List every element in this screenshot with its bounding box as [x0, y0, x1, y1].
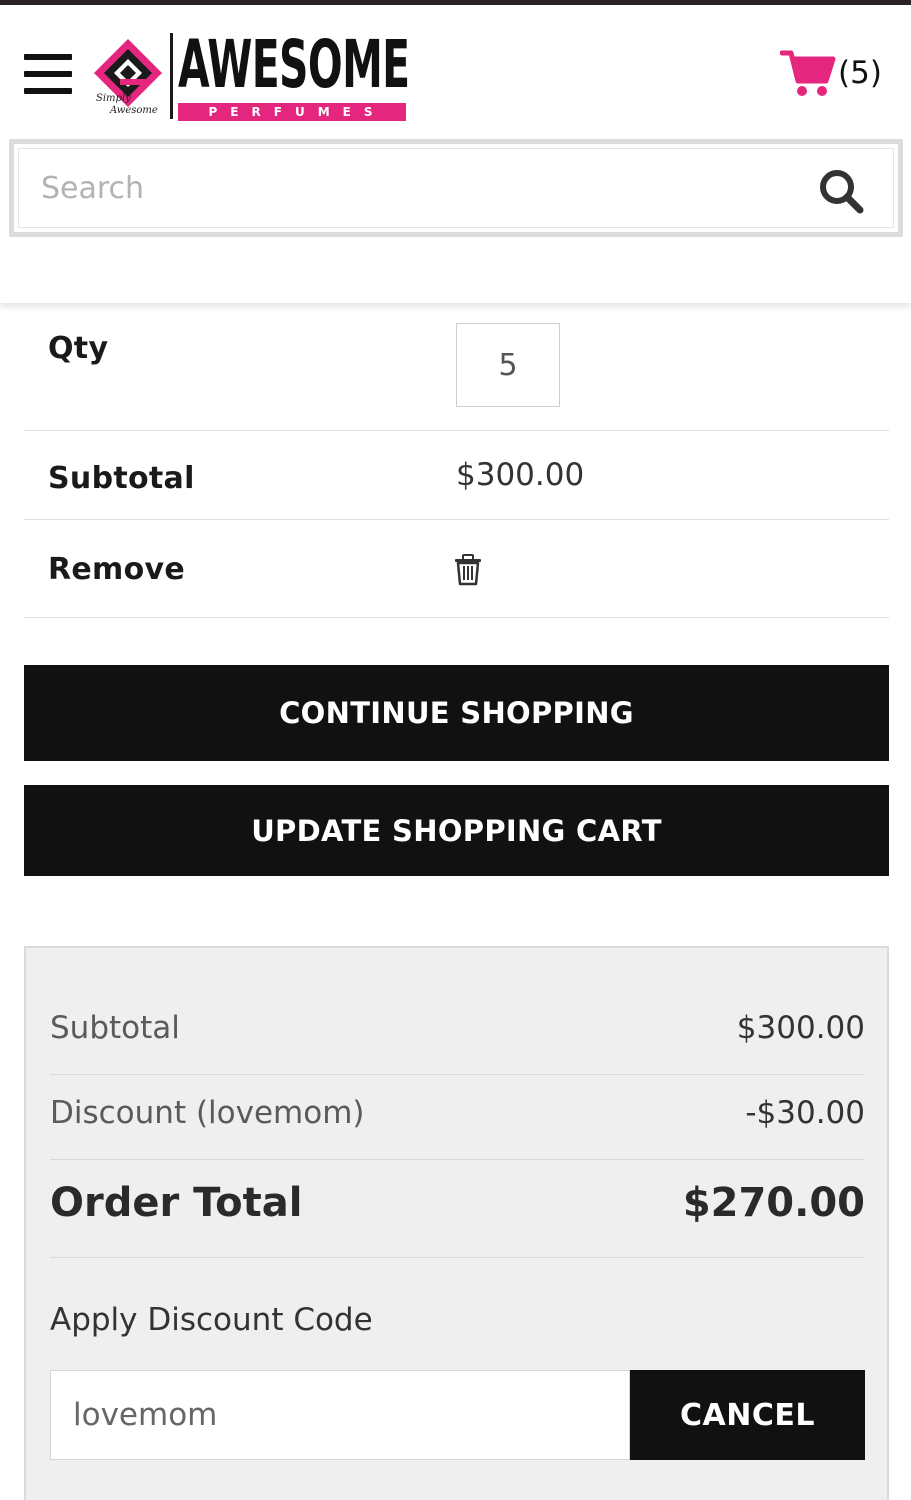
- summary-subtotal-row: Subtotal $300.00: [50, 990, 865, 1075]
- summary-discount-label: Discount (lovemom): [50, 1095, 365, 1131]
- logo-wordmark: AWESOME: [178, 26, 410, 103]
- summary-discount-value: -$30.00: [745, 1095, 865, 1131]
- order-summary: Subtotal $300.00 Discount (lovemom) -$30…: [24, 946, 889, 1500]
- trash-icon[interactable]: [454, 554, 482, 586]
- shopping-cart-icon: [780, 50, 836, 96]
- summary-subtotal-label: Subtotal: [50, 1010, 180, 1046]
- remove-label: Remove: [48, 552, 186, 587]
- logo-divider: [170, 33, 173, 119]
- discount-code-input[interactable]: [50, 1370, 630, 1460]
- order-total-label: Order Total: [50, 1180, 303, 1226]
- search-bar: [9, 139, 903, 237]
- hamburger-menu-icon[interactable]: [24, 54, 72, 94]
- subtotal-value: $300.00: [456, 457, 585, 493]
- summary-total-row: Order Total $270.00: [50, 1160, 865, 1258]
- remove-row: Remove: [24, 520, 889, 618]
- order-total-value: $270.00: [682, 1180, 865, 1226]
- cart-button[interactable]: (5): [780, 47, 882, 99]
- site-header: Simply Awesome AWESOME PERFUMES (5): [0, 5, 911, 303]
- discount-code-heading: Apply Discount Code: [50, 1302, 373, 1338]
- cancel-discount-button[interactable]: CANCEL: [630, 1370, 865, 1460]
- qty-label: Qty: [48, 331, 109, 366]
- cart-item-details: Qty Subtotal $300.00 Remove: [24, 303, 889, 618]
- cart-count: (5): [838, 55, 882, 91]
- search-input[interactable]: [18, 148, 894, 228]
- qty-row: Qty: [24, 303, 889, 431]
- summary-discount-row: Discount (lovemom) -$30.00: [50, 1075, 865, 1160]
- search-icon[interactable]: [816, 166, 866, 216]
- subtotal-label: Subtotal: [48, 461, 195, 496]
- logo-band: PERFUMES: [178, 103, 406, 121]
- site-logo[interactable]: Simply Awesome AWESOME PERFUMES: [90, 21, 410, 125]
- qty-input[interactable]: [456, 323, 560, 407]
- logo-tagline: Simply Awesome: [96, 93, 158, 116]
- update-cart-button[interactable]: UPDATE SHOPPING CART: [24, 785, 889, 876]
- subtotal-row: Subtotal $300.00: [24, 431, 889, 520]
- summary-subtotal-value: $300.00: [736, 1010, 865, 1046]
- continue-shopping-button[interactable]: CONTINUE SHOPPING: [24, 665, 889, 761]
